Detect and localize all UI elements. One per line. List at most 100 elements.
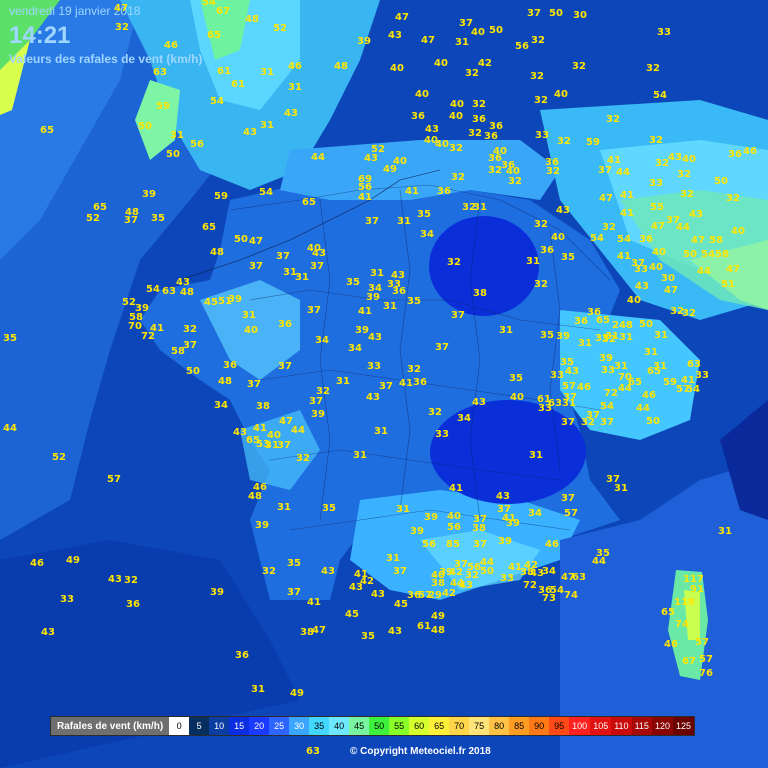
station-value: 52 — [86, 213, 100, 224]
station-value: 43 — [388, 626, 402, 637]
station-value: 32 — [468, 128, 482, 139]
station-value: 45 — [394, 599, 408, 610]
station-value: 46 — [642, 390, 656, 401]
station-value: 31 — [386, 553, 400, 564]
station-value: 43 — [368, 332, 382, 343]
station-value: 50 — [166, 149, 180, 160]
station-value: 37 — [287, 587, 301, 598]
station-value: 48 — [248, 491, 262, 502]
station-value: 44 — [616, 167, 630, 178]
station-value: 47 — [114, 3, 128, 14]
station-value: 59 — [663, 377, 677, 388]
station-value: 40 — [510, 392, 524, 403]
station-value: 36 — [437, 186, 451, 197]
station-value: 56 — [447, 522, 461, 533]
station-value: 32 — [465, 68, 479, 79]
station-value: 44 — [676, 222, 690, 233]
station-value: 31 — [260, 120, 274, 131]
station-value: 59 — [586, 137, 600, 148]
station-value: 44 — [592, 556, 606, 567]
station-value: 33 — [695, 370, 709, 381]
station-value: 40 — [415, 89, 429, 100]
legend-swatch: 110 — [611, 717, 632, 735]
station-value: 37 — [451, 310, 465, 321]
station-value: 43 — [371, 589, 385, 600]
station-value: 32 — [183, 324, 197, 335]
station-value: 42 — [442, 588, 456, 599]
station-value: 32 — [115, 22, 129, 33]
station-value: 40 — [447, 511, 461, 522]
station-value: 47 — [599, 193, 613, 204]
station-value: 37 — [249, 261, 263, 272]
station-value: 39 — [424, 512, 438, 523]
station-value: 36 — [278, 319, 292, 330]
station-value: 30 — [573, 10, 587, 21]
station-value: 40 — [434, 58, 448, 69]
station-value: 54 — [202, 0, 216, 8]
station-value: 74 — [675, 619, 689, 630]
station-value: 39 — [228, 294, 242, 305]
station-value: 56 — [467, 562, 481, 573]
legend-swatch: 105 — [590, 717, 612, 735]
color-scale-legend: Rafales de vent (km/h) 0 5 10 15 20 25 30 35 40 4… — [50, 716, 695, 736]
station-value: 43 — [321, 566, 335, 577]
station-value: 48 — [334, 61, 348, 72]
station-value: 47 — [312, 625, 326, 636]
station-value: 31 — [499, 325, 513, 336]
station-value: 52 — [273, 23, 287, 34]
station-value: 32 — [646, 63, 660, 74]
station-value: 61 — [417, 621, 431, 632]
station-value: 31 — [260, 67, 274, 78]
station-value: 38 — [472, 523, 486, 534]
station-value: 56 — [515, 41, 529, 52]
station-value: 43 — [425, 124, 439, 135]
station-value: 41 — [405, 186, 419, 197]
station-value: 31 — [526, 256, 540, 267]
station-value: 67 — [216, 6, 230, 17]
station-value: 32 — [534, 95, 548, 106]
station-value: 55 — [650, 202, 664, 213]
station-value: 31 — [295, 272, 309, 283]
station-value: 40 — [449, 111, 463, 122]
station-value: 36 — [235, 650, 249, 661]
station-value: 41 — [358, 192, 372, 203]
station-value: 43 — [459, 580, 473, 591]
station-value: 39 — [311, 409, 325, 420]
station-value: 50 — [186, 366, 200, 377]
copyright-text: © Copyright Meteociel.fr 2018 — [350, 746, 491, 757]
station-value: 32 — [557, 136, 571, 147]
station-value: 35 — [346, 277, 360, 288]
station-value: 33 — [601, 365, 615, 376]
station-value: 36 — [488, 153, 502, 164]
station-value: 36 — [411, 111, 425, 122]
legend-swatch: 0 — [169, 717, 190, 735]
station-value: 40 — [627, 295, 641, 306]
station-value: 54 — [259, 187, 273, 198]
station-value: 54 — [701, 249, 715, 260]
legend-swatch: 70 — [449, 717, 470, 735]
station-value: 32 — [449, 143, 463, 154]
station-value: 35 — [561, 252, 575, 263]
legend-swatch: 10 — [209, 717, 230, 735]
station-value: 50 — [489, 25, 503, 36]
station-value: 39 — [556, 331, 570, 342]
station-value: 76 — [699, 668, 713, 679]
station-value: 57 — [699, 654, 713, 665]
station-value: 74 — [564, 590, 578, 601]
map-time: 14:21 — [9, 22, 71, 49]
station-value: 43 — [41, 627, 55, 638]
station-value: 45 — [204, 297, 218, 308]
station-value: 37 — [277, 440, 291, 451]
station-value: 31 — [654, 330, 668, 341]
station-value: 44 — [618, 383, 632, 394]
station-value: 72 — [141, 331, 155, 342]
station-value: 40 — [431, 570, 445, 581]
station-value: 38 — [256, 401, 270, 412]
station-value: 33 — [550, 370, 564, 381]
station-value: 32 — [655, 158, 669, 169]
station-value: 70 — [128, 321, 142, 332]
map-subtitle: Valeurs des rafales de vent (km/h) — [9, 52, 203, 66]
station-value: 50 — [138, 121, 152, 132]
station-value: 65 — [647, 366, 661, 377]
station-value: 40 — [551, 232, 565, 243]
